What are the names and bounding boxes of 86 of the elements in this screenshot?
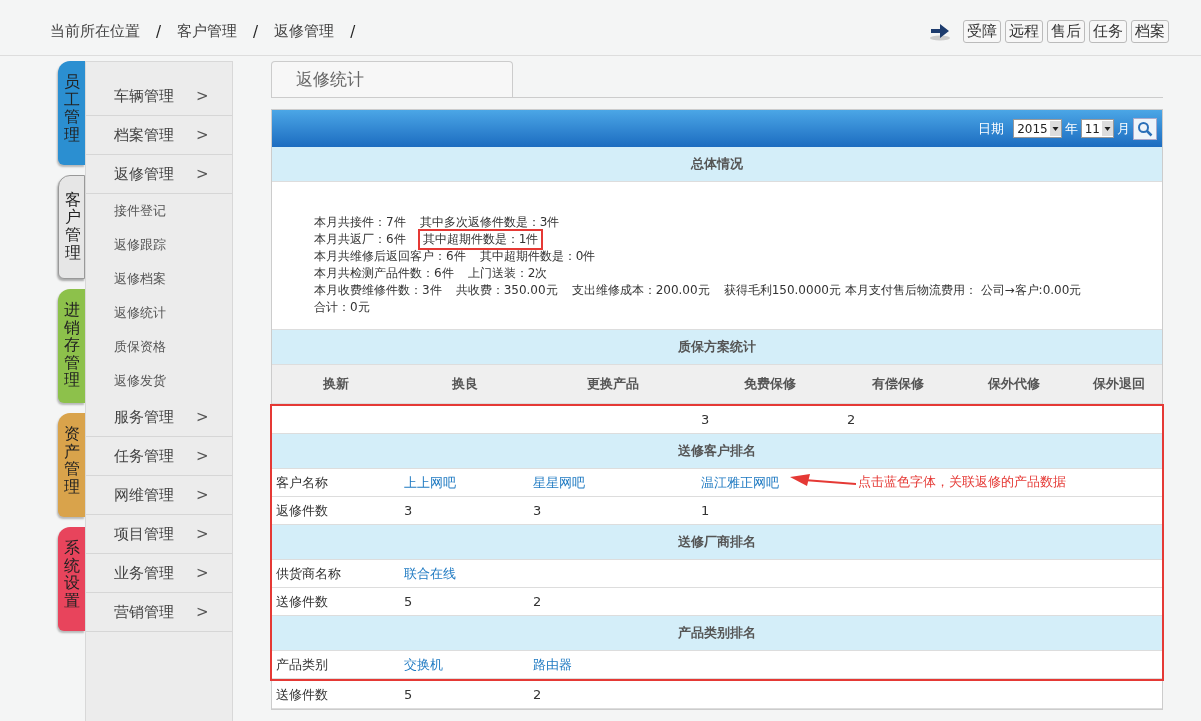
breadcrumb-separator: /: [350, 22, 356, 41]
summary-text: 本月共维修后返回客户：6件: [314, 248, 466, 265]
table-cell: 5: [404, 594, 413, 609]
side-tab[interactable]: 系统设置: [58, 526, 85, 631]
table-cell: 5: [404, 687, 413, 702]
submenu-item[interactable]: 返修跟踪: [86, 228, 232, 262]
summary-text: 本月收费维修件数：3件: [314, 282, 442, 299]
submenu-item[interactable]: 质保资格: [86, 330, 232, 364]
table-cell: 2: [847, 412, 856, 427]
summary-text: 支出维修成本：200.00元: [571, 282, 710, 299]
table-cell: 3: [701, 412, 710, 427]
page-tab[interactable]: 返修统计: [271, 61, 513, 97]
table-cell: 供货商名称: [276, 565, 341, 581]
submenu-item[interactable]: 返修统计: [86, 296, 232, 330]
summary-text: 其中多次返修件数是：3件: [419, 214, 560, 231]
summary-text: 上门送装：2次: [467, 265, 548, 282]
quick-button[interactable]: 受障: [963, 20, 1001, 43]
quick-button[interactable]: 售后: [1047, 20, 1085, 43]
summary-text: 本月共返厂：6件: [314, 231, 406, 248]
date-label: 日期: [978, 119, 1005, 138]
menu-item[interactable]: 档案管理 >: [86, 116, 232, 155]
menu-item[interactable]: 营销管理 >: [86, 593, 232, 632]
column-header: 保外退回: [1091, 375, 1146, 393]
table-cell: 3: [404, 503, 413, 518]
annotation-text: 点击蓝色字体，关联返修的产品数据: [858, 473, 1066, 491]
table-cell: 3: [533, 503, 542, 518]
link[interactable]: 温江雅正网吧: [701, 474, 779, 490]
menu-item[interactable]: 项目管理 >: [86, 515, 232, 554]
quick-button[interactable]: 档案: [1131, 20, 1169, 43]
table-cell: 1: [701, 503, 710, 518]
table-cell: 送修件数: [276, 593, 328, 609]
table-cell: 返修件数: [276, 502, 328, 518]
summary-text: 本月共检测产品件数：6件: [314, 265, 454, 282]
summary-text: 其中超期件数是：0件: [479, 248, 596, 265]
menu-item[interactable]: 任务管理 >: [86, 437, 232, 476]
column-header: 更换产品: [586, 375, 640, 393]
quick-button[interactable]: 任务: [1089, 20, 1127, 43]
year-unit: 年: [1064, 119, 1078, 138]
section-title: 送修厂商排名: [272, 525, 1162, 560]
month-select[interactable]: 11: [1080, 119, 1114, 138]
breadcrumb-separator: /: [156, 22, 162, 41]
link[interactable]: 路由器: [533, 656, 572, 672]
menu-item[interactable]: 网维管理 >: [86, 476, 232, 515]
table-cell: 2: [533, 687, 542, 702]
link[interactable]: 交换机: [404, 656, 443, 672]
menu-item[interactable]: 返修管理 >: [86, 155, 232, 194]
column-header: 换良: [450, 375, 479, 393]
side-tab[interactable]: 员工管理: [58, 61, 85, 165]
menu-item[interactable]: 服务管理 >: [86, 398, 232, 437]
quick-button[interactable]: 远程: [1005, 20, 1043, 43]
summary-text: 本月共接件：7件: [314, 214, 406, 231]
column-header: 有偿保修: [871, 375, 925, 393]
summary-text: 合计：0元: [314, 299, 370, 316]
column-header: 换新: [322, 375, 350, 393]
menu-item[interactable]: 车辆管理 >: [86, 77, 232, 116]
column-header: 保外代修: [986, 375, 1041, 393]
column-header: 免费保修: [743, 375, 797, 393]
breadcrumb-link[interactable]: 返修管理: [274, 22, 335, 41]
highlighted-text: 其中超期件数是：1件: [419, 231, 542, 248]
section-title: 产品类别排名: [272, 616, 1162, 651]
year-select[interactable]: 2015: [1013, 119, 1062, 138]
search-button[interactable]: [1133, 117, 1157, 140]
arrow-right-icon: [929, 22, 951, 41]
summary-text: 获得毛利150.0000元 本月支付售后物流费用： 公司→客户:0.00元: [723, 282, 1082, 299]
link[interactable]: 星星网吧: [533, 474, 585, 490]
table-cell: 客户名称: [276, 474, 328, 490]
section-title: 质保方案统计: [272, 330, 1162, 365]
breadcrumb-separator: /: [253, 22, 259, 41]
link[interactable]: 上上网吧: [404, 474, 456, 490]
side-tab[interactable]: 资产管理: [58, 412, 85, 517]
submenu-item[interactable]: 接件登记: [86, 194, 232, 228]
link[interactable]: 联合在线: [404, 565, 456, 581]
summary-text: 共收费：350.00元: [455, 282, 558, 299]
side-tab[interactable]: 进销存管理: [58, 289, 85, 403]
breadcrumb-link[interactable]: 客户管理: [177, 22, 238, 41]
table-cell: 2: [533, 594, 542, 609]
section-title: 总体情况: [272, 147, 1162, 182]
menu-item[interactable]: 业务管理 >: [86, 554, 232, 593]
section-title: 送修客户排名: [272, 434, 1162, 469]
month-unit: 月: [1117, 119, 1130, 138]
side-tab[interactable]: 客户管理: [58, 175, 85, 279]
submenu-item[interactable]: 返修发货: [86, 364, 232, 398]
breadcrumb-link[interactable]: 当前所在位置: [50, 22, 140, 41]
table-cell: 产品类别: [276, 656, 328, 672]
table-cell: 送修件数: [276, 686, 328, 702]
submenu-item[interactable]: 返修档案: [86, 262, 232, 296]
